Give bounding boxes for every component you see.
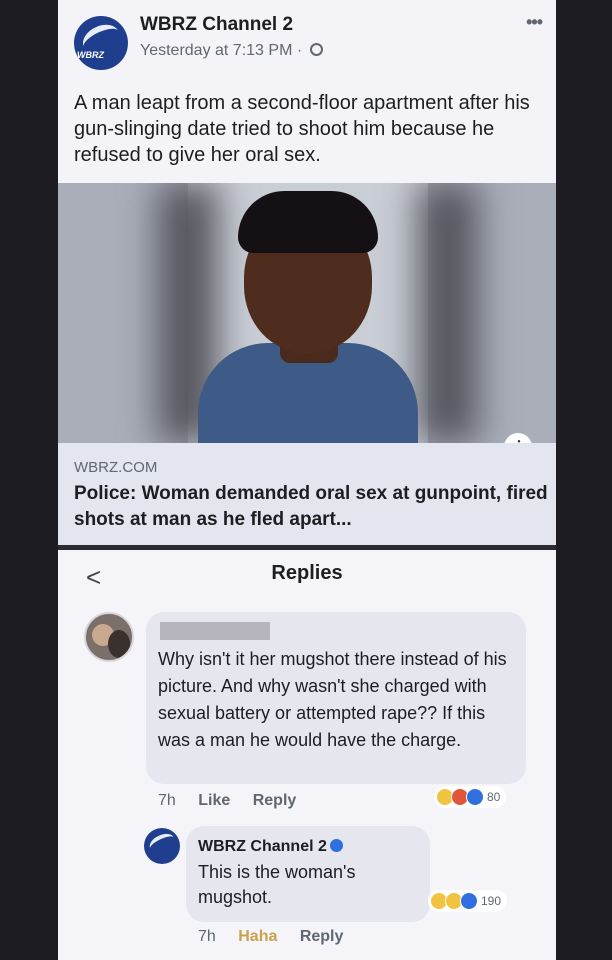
logo-text: WBRZ xyxy=(77,50,104,60)
redacted-commenter-name xyxy=(160,622,270,640)
page-reply-bubble: WBRZ Channel 2 This is the woman's mugsh… xyxy=(186,826,430,922)
link-title: Police: Woman demanded oral sex at gunpo… xyxy=(74,483,548,530)
reply-button[interactable]: Reply xyxy=(253,792,297,809)
page-avatar-logo[interactable]: WBRZ xyxy=(74,16,128,70)
verified-icon xyxy=(329,839,343,852)
page-reply-reply-button[interactable]: Reply xyxy=(300,928,344,945)
comment-actions: 7h Like Reply xyxy=(158,792,314,810)
comment-reactions[interactable]: 80 xyxy=(434,786,507,808)
page-reply-text: This is the woman's mugshot. xyxy=(198,862,356,907)
comment-bubble: Why isn't it her mugshot there instead o… xyxy=(146,612,526,784)
haha-button[interactable]: Haha xyxy=(238,928,277,945)
post-card: WBRZ WBRZ Channel 2 Yesterday at 7:13 PM… xyxy=(58,0,556,545)
post-meta: Yesterday at 7:13 PM · xyxy=(140,42,323,60)
page-name[interactable]: WBRZ Channel 2 xyxy=(140,14,293,36)
page-reply-name-text[interactable]: WBRZ Channel 2 xyxy=(198,838,327,855)
page-reply-time: 7h xyxy=(198,928,216,945)
globe-icon xyxy=(309,43,323,56)
meta-separator: · xyxy=(296,42,303,59)
post-timestamp[interactable]: Yesterday at 7:13 PM xyxy=(140,42,292,59)
more-options-button[interactable]: ••• xyxy=(526,12,543,33)
back-chevron-icon[interactable]: < xyxy=(86,562,101,593)
page-reply-reactions[interactable]: 190 xyxy=(428,890,508,912)
post-text: A man leapt from a second-floor apartmen… xyxy=(74,92,530,166)
comment-time: 7h xyxy=(158,792,176,809)
page-reply-actions: 7h Haha Reply xyxy=(198,928,361,946)
post-photo[interactable]: i xyxy=(58,183,556,443)
like-icon xyxy=(466,788,484,806)
replies-title: Replies xyxy=(271,562,343,584)
page-reply-avatar[interactable] xyxy=(144,828,180,864)
link-domain: WBRZ.COM xyxy=(74,459,158,476)
page-reply-name[interactable]: WBRZ Channel 2 xyxy=(198,838,343,856)
comment-reaction-count: 80 xyxy=(487,790,501,804)
replies-panel: Replies < Why isn't it her mugshot there… xyxy=(58,550,556,960)
page-reply-reaction-count: 190 xyxy=(481,894,502,908)
comment-text: Why isn't it her mugshot there instead o… xyxy=(158,649,507,750)
like-icon xyxy=(460,892,478,910)
commenter-avatar[interactable] xyxy=(84,612,134,662)
like-button[interactable]: Like xyxy=(198,792,230,809)
info-icon[interactable]: i xyxy=(504,433,532,443)
post-header: WBRZ WBRZ Channel 2 Yesterday at 7:13 PM… xyxy=(58,0,556,84)
link-preview[interactable]: WBRZ.COM Police: Woman demanded oral sex… xyxy=(58,443,556,545)
